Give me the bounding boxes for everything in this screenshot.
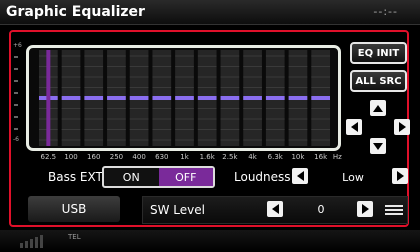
frequency-label: 1.6k [199,153,215,161]
bass-ext-on-button[interactable]: ON [104,168,159,186]
scale-tick [14,56,18,58]
eq-init-button[interactable]: EQ INIT [350,42,407,64]
eq-band-level [311,96,330,100]
tel-label: TEL [68,233,81,241]
sw-level-value: 0 [317,202,325,216]
eq-band-level [175,96,194,100]
sw-level-label: SW Level [150,203,205,217]
eq-selected-band-cursor [46,50,51,146]
triangle-up-icon [373,104,383,112]
eq-band-level [265,96,285,100]
header-bar: Graphic Equalizer --:-- [0,0,420,25]
frequency-label: 1k [180,153,189,161]
eq-sliders[interactable] [29,48,338,148]
loudness-value: Low [342,170,364,184]
loudness-right-button[interactable] [392,168,408,184]
frequency-label: 4k [248,153,257,161]
scale-tick [14,92,18,94]
level-scale: +6 -6 [12,42,22,154]
bass-ext-off-button[interactable]: OFF [158,168,213,186]
loudness-label: Loudness [234,170,291,184]
bass-ext-toggle[interactable]: ON OFF [102,166,215,188]
triangle-right-icon [398,122,406,132]
eq-band-level [220,96,240,100]
bottom-status-bar: TEL [0,230,420,252]
signal-bars-icon [20,235,43,248]
scale-tick [14,104,18,106]
triangle-left-icon [271,204,279,214]
menu-lines-icon [385,205,403,215]
scale-tick [14,128,18,130]
sw-level-left-button[interactable] [267,201,283,217]
scale-bottom-label: -6 [13,136,19,143]
status-text: --:-- [373,5,398,18]
frequency-label: 630 [155,153,169,161]
menu-icon[interactable] [380,198,408,222]
eq-band-level [107,96,126,100]
band-left-button[interactable] [346,119,362,135]
frequency-label: 250 [109,153,124,161]
frequency-label: 6.3k [267,153,283,161]
scale-tick [14,116,18,118]
frequency-label: 62.5 [40,153,57,161]
triangle-right-icon [361,204,369,214]
eq-band-level [152,96,172,100]
sw-level-right-button[interactable] [357,201,373,217]
source-usb-button[interactable]: USB [28,196,120,222]
frequency-label: 100 [64,153,78,161]
all-src-button[interactable]: ALL SRC [350,70,407,92]
triangle-left-icon [296,171,304,181]
band-right-button[interactable] [394,119,410,135]
eq-band-level [84,96,104,100]
frequency-label: 160 [87,153,101,161]
bass-ext-label: Bass EXT [48,170,103,184]
triangle-down-icon [373,142,383,150]
level-down-button[interactable] [370,138,386,154]
scale-tick [14,68,18,70]
scale-top-label: +6 [13,42,22,49]
eq-band-level [61,96,81,100]
frequency-label: 2.5k [222,153,238,161]
loudness-left-button[interactable] [292,168,308,184]
frequency-label: 10k [291,153,305,161]
screen-title: Graphic Equalizer [6,4,145,20]
eq-band-level [129,96,149,100]
eq-band-panel[interactable] [26,45,341,151]
level-up-button[interactable] [370,100,386,116]
frequency-label: Hz [332,153,342,161]
scale-tick [14,80,18,82]
eq-band-level [288,96,308,100]
eq-band-level [243,96,262,100]
frequency-label: 400 [132,153,146,161]
triangle-right-icon [396,171,404,181]
triangle-left-icon [350,122,358,132]
frequency-label: 16k [314,153,328,161]
eq-band-level [197,96,217,100]
frequency-labels: 62.5 100 160 250 400 630 1k 1.6k 2.5k 4k 6.3k 10k 16… [24,153,344,163]
